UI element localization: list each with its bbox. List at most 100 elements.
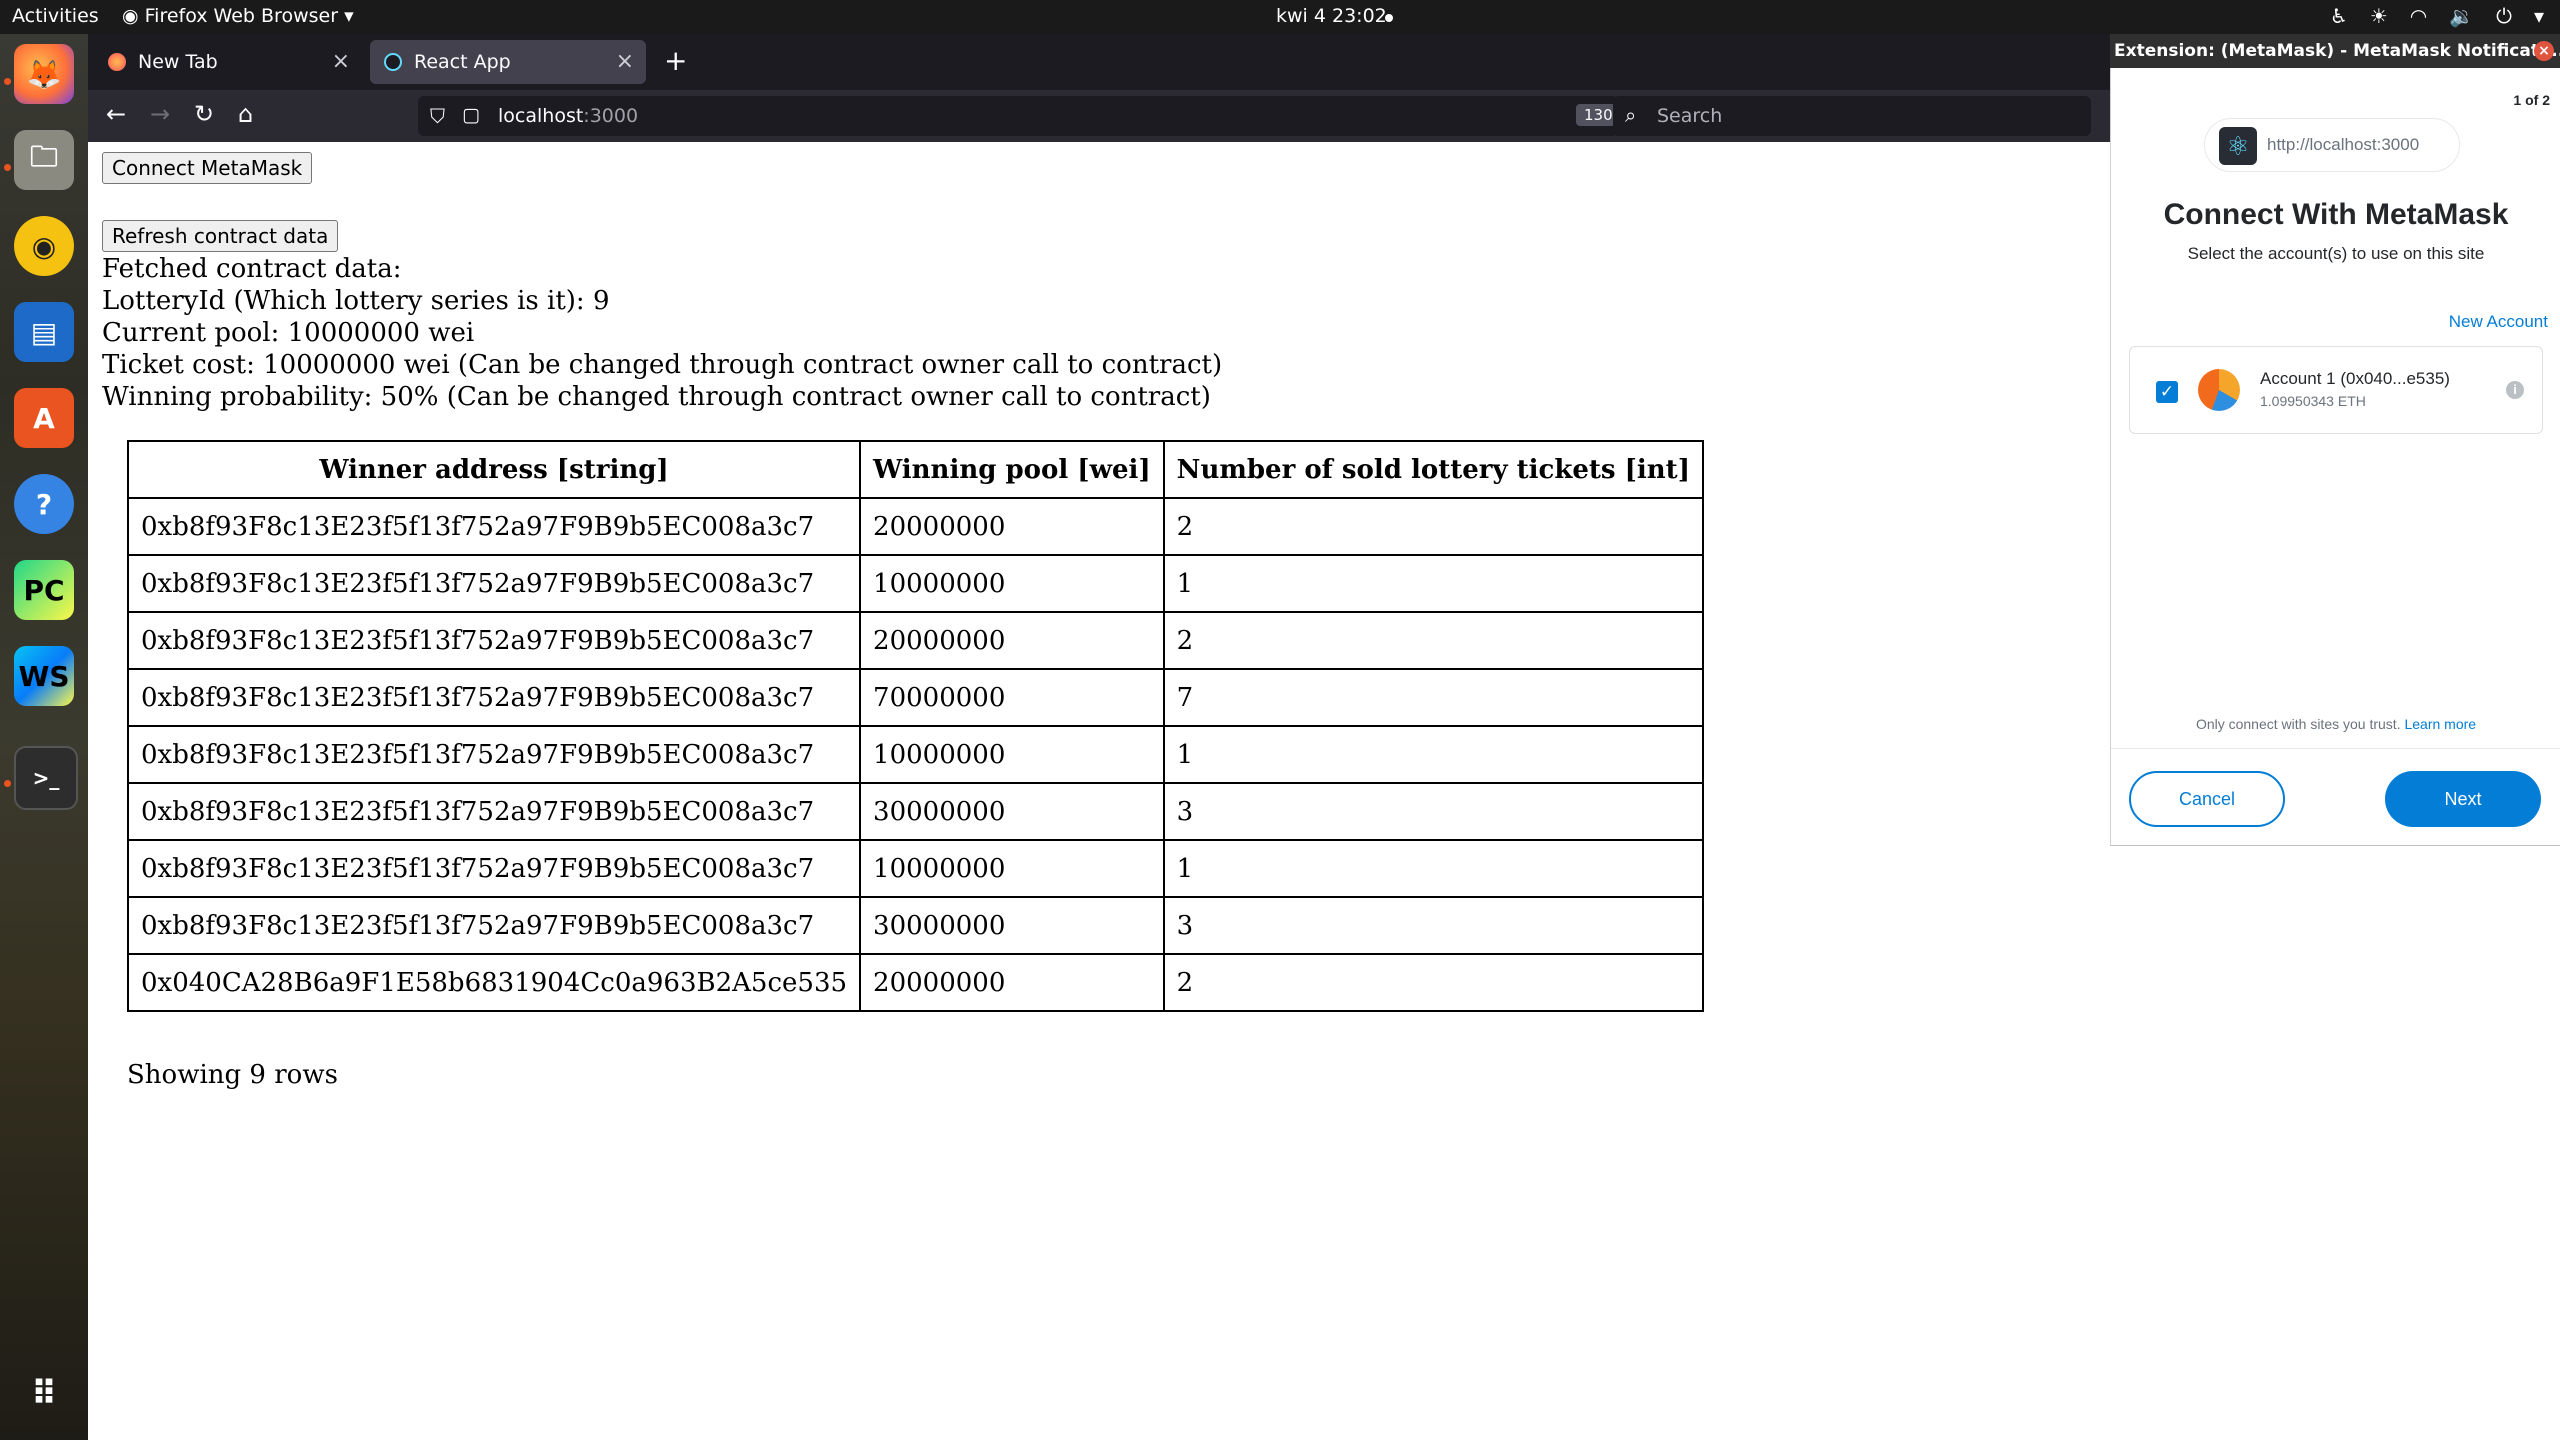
firefox-icon[interactable]: 🦊 xyxy=(14,44,74,104)
home-icon[interactable]: ⌂ xyxy=(238,100,253,128)
navigation-toolbar: ← → ↻ ⌂ ⛉ ▢ localhost:3000 130% ☆ ⌕ Sear… xyxy=(88,90,2110,142)
files-icon[interactable]: 🗀 xyxy=(14,130,74,190)
pycharm-icon[interactable]: PC xyxy=(14,560,74,620)
tickets-sold-cell: 1 xyxy=(1162,839,1705,898)
power-icon[interactable]: ⏻ xyxy=(2496,4,2512,28)
winning-pool-cell: 30000000 xyxy=(859,896,1165,955)
tickets-sold-cell: 7 xyxy=(1162,668,1705,727)
column-header: Winner address [string] xyxy=(126,440,862,499)
winner-address-cell: 0x040CA28B6a9F1E58b6831904Cc0a963B2A5ce5… xyxy=(126,953,862,1012)
activities-button[interactable]: Activities xyxy=(12,5,99,27)
tab-react-app[interactable]: React App × xyxy=(370,40,646,84)
tickets-sold-cell: 3 xyxy=(1162,896,1705,955)
fetched-data-heading: Fetched contract data: xyxy=(102,254,402,284)
table-row: 0xb8f93F8c13E23f5f13f752a97F9B9b5EC008a3… xyxy=(126,839,1705,898)
app-grid-icon[interactable]: ⠿ xyxy=(14,1364,74,1424)
account-balance: 1.09950343 ETH xyxy=(2260,393,2366,409)
row-count: Showing 9 rows xyxy=(127,1060,338,1090)
url-text[interactable]: localhost:3000 xyxy=(498,105,638,127)
webstorm-icon[interactable]: WS xyxy=(14,646,74,706)
terminal-icon[interactable]: >_ xyxy=(14,746,78,810)
dialog-subheading: Select the account(s) to use on this sit… xyxy=(2187,244,2485,263)
chevron-down-icon: ▾ xyxy=(344,5,354,27)
refresh-contract-data-button[interactable]: Refresh contract data xyxy=(102,220,339,252)
column-header: Winning pool [wei] xyxy=(859,440,1165,499)
table-row: 0xb8f93F8c13E23f5f13f752a97F9B9b5EC008a3… xyxy=(126,668,1705,727)
winning-pool-cell: 10000000 xyxy=(859,839,1165,898)
winners-table: Winner address [string] Winning pool [we… xyxy=(126,440,1705,1012)
shield-icon[interactable]: ⛉ xyxy=(430,104,445,128)
dialog-heading: Connect With MetaMask xyxy=(2163,198,2509,231)
table-header-row: Winner address [string] Winning pool [we… xyxy=(126,440,1705,499)
account-row[interactable]: ✓ Account 1 (0x040...e535) 1.09950343 ET… xyxy=(2129,346,2543,434)
forward-icon[interactable]: → xyxy=(150,100,170,128)
system-tray[interactable]: ♿ ☀ ◠ 🔉 ⏻ ▾ xyxy=(2330,4,2544,28)
table-row: 0xb8f93F8c13E23f5f13f752a97F9B9b5EC008a3… xyxy=(126,497,1705,556)
accessibility-icon[interactable]: ♿ xyxy=(2330,4,2348,28)
winner-address-cell: 0xb8f93F8c13E23f5f13f752a97F9B9b5EC008a3… xyxy=(126,668,862,727)
winner-address-cell: 0xb8f93F8c13E23f5f13f752a97F9B9b5EC008a3… xyxy=(126,497,862,556)
table-row: 0xb8f93F8c13E23f5f13f752a97F9B9b5EC008a3… xyxy=(126,896,1705,955)
page-info-icon[interactable]: ▢ xyxy=(462,104,480,126)
winner-address-cell: 0xb8f93F8c13E23f5f13f752a97F9B9b5EC008a3… xyxy=(126,611,862,670)
close-icon[interactable]: × xyxy=(332,49,350,74)
search-bar[interactable]: ⌕ Search xyxy=(1613,96,2091,136)
winner-address-cell: 0xb8f93F8c13E23f5f13f752a97F9B9b5EC008a3… xyxy=(126,896,862,955)
current-pool-line: Current pool: 10000000 wei xyxy=(102,318,475,348)
metamask-window-title[interactable]: Extension: (MetaMask) - MetaMask Notific… xyxy=(2110,34,2560,68)
learn-more-link[interactable]: Learn more xyxy=(2404,716,2476,732)
info-icon[interactable]: i xyxy=(2506,381,2524,399)
winning-pool-cell: 20000000 xyxy=(859,611,1165,670)
new-tab-button[interactable]: + xyxy=(664,44,687,77)
winning-pool-cell: 10000000 xyxy=(859,725,1165,784)
table-row: 0xb8f93F8c13E23f5f13f752a97F9B9b5EC008a3… xyxy=(126,611,1705,670)
firefox-small-icon: ◉ xyxy=(122,5,139,27)
volume-icon[interactable]: 🔉 xyxy=(2449,4,2474,28)
account-checkbox[interactable]: ✓ xyxy=(2156,381,2178,403)
divider xyxy=(2111,748,2560,749)
winning-pool-cell: 10000000 xyxy=(859,554,1165,613)
tickets-sold-cell: 2 xyxy=(1162,611,1705,670)
dock: 🦊 🗀 ◉ ▤ A ? PC WS >_ ⠿ xyxy=(0,34,88,1440)
new-account-link[interactable]: New Account xyxy=(2449,312,2548,332)
chevron-down-icon[interactable]: ▾ xyxy=(2534,4,2544,28)
window-title-text: Extension: (MetaMask) - MetaMask Notific… xyxy=(2114,41,2560,61)
wifi-icon[interactable]: ◠ xyxy=(2410,4,2427,28)
url-host: localhost xyxy=(498,105,584,127)
next-button[interactable]: Next xyxy=(2385,771,2541,827)
app-menu-label: Firefox Web Browser xyxy=(144,5,339,27)
lottery-id-line: LotteryId (Which lottery series is it): … xyxy=(102,286,610,316)
brightness-icon[interactable]: ☀ xyxy=(2370,4,2388,28)
clock[interactable]: kwi 4 23:02 xyxy=(1276,5,1387,27)
winner-address-cell: 0xb8f93F8c13E23f5f13f752a97F9B9b5EC008a3… xyxy=(126,725,862,784)
back-icon[interactable]: ← xyxy=(106,100,126,128)
site-chip: ⚛ http://localhost:3000 xyxy=(2204,118,2460,172)
table-row: 0xb8f93F8c13E23f5f13f752a97F9B9b5EC008a3… xyxy=(126,782,1705,841)
software-icon[interactable]: A xyxy=(14,388,74,448)
help-icon[interactable]: ? xyxy=(14,474,74,534)
tickets-sold-cell: 3 xyxy=(1162,782,1705,841)
writer-icon[interactable]: ▤ xyxy=(14,302,74,362)
close-icon[interactable]: × xyxy=(616,49,634,74)
tab-label: New Tab xyxy=(138,51,218,73)
tab-strip: New Tab × React App × + xyxy=(88,34,2110,90)
winner-address-cell: 0xb8f93F8c13E23f5f13f752a97F9B9b5EC008a3… xyxy=(126,839,862,898)
connect-metamask-button[interactable]: Connect MetaMask xyxy=(102,152,313,184)
close-icon[interactable]: × xyxy=(2534,41,2554,61)
app-menu[interactable]: ◉ Firefox Web Browser ▾ xyxy=(122,5,354,27)
running-indicator xyxy=(4,164,11,171)
tab-new-tab[interactable]: New Tab × xyxy=(94,40,362,84)
table-row: 0xb8f93F8c13E23f5f13f752a97F9B9b5EC008a3… xyxy=(126,725,1705,784)
column-header: Number of sold lottery tickets [int] xyxy=(1162,440,1705,499)
reload-icon[interactable]: ↻ xyxy=(194,100,214,128)
url-bar[interactable]: ⛉ ▢ localhost:3000 130% xyxy=(418,96,1635,136)
tab-label: React App xyxy=(414,51,511,73)
trust-text: Only connect with sites you trust. xyxy=(2195,716,2401,732)
page-content: Connect MetaMask Refresh contract data F… xyxy=(88,142,2110,1440)
tickets-sold-cell: 1 xyxy=(1162,725,1705,784)
cancel-button[interactable]: Cancel xyxy=(2129,771,2285,827)
rhythmbox-icon[interactable]: ◉ xyxy=(14,216,74,276)
winner-address-cell: 0xb8f93F8c13E23f5f13f752a97F9B9b5EC008a3… xyxy=(126,554,862,613)
trust-notice: Only connect with sites you trust. Learn… xyxy=(2111,716,2560,732)
metamask-connect-dialog: 1 of 2 ⚛ http://localhost:3000 Connect W… xyxy=(2110,68,2560,846)
